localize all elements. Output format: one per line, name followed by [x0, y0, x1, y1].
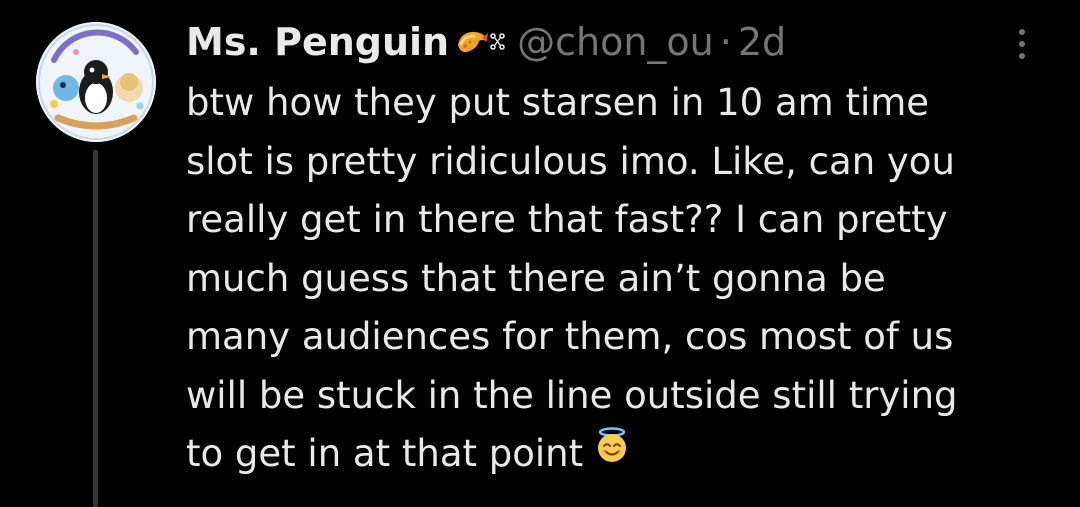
avatar[interactable]	[36, 22, 156, 142]
name-emojis	[455, 18, 507, 66]
tweet-line: many audiences for them, cos most of us	[186, 315, 954, 358]
tweet-text: btw how they put starsen in 10 am time s…	[186, 74, 1056, 485]
user-handle[interactable]: @chon_ou	[517, 18, 714, 66]
separator-dot: ·	[719, 20, 732, 64]
tweet-line: really get in there that fast?? I can pr…	[186, 198, 948, 241]
tweet-line: btw how they put starsen in 10 am time	[186, 81, 930, 124]
tweet-card[interactable]: Ms. Penguin @chon_ou · 2d btw how they p…	[0, 0, 1080, 507]
display-name[interactable]: Ms. Penguin	[186, 18, 449, 66]
tweet-line-last: to get in at that point	[186, 425, 1056, 485]
tweet-line: will be stuck in the line outside still …	[186, 373, 958, 417]
more-vertical-icon	[1019, 53, 1025, 59]
tweet-line-text: to get in at that point	[186, 432, 584, 475]
tweet-line: slot is pretty ridiculous imo. Like, can…	[186, 139, 955, 183]
more-vertical-icon	[1019, 41, 1025, 47]
tweet-line: much guess that there ain’t gonna be	[186, 256, 886, 300]
avatar-image	[36, 22, 156, 142]
sparkles-icon	[490, 33, 505, 50]
shrimp-tempura-icon	[458, 31, 489, 53]
tweet-header: Ms. Penguin @chon_ou · 2d	[186, 18, 786, 66]
thread-line	[93, 150, 98, 507]
timestamp[interactable]: 2d	[738, 18, 786, 66]
smiling-face-with-halo-icon	[593, 423, 631, 482]
more-vertical-icon	[1019, 29, 1025, 35]
more-options-button[interactable]	[1004, 20, 1040, 68]
